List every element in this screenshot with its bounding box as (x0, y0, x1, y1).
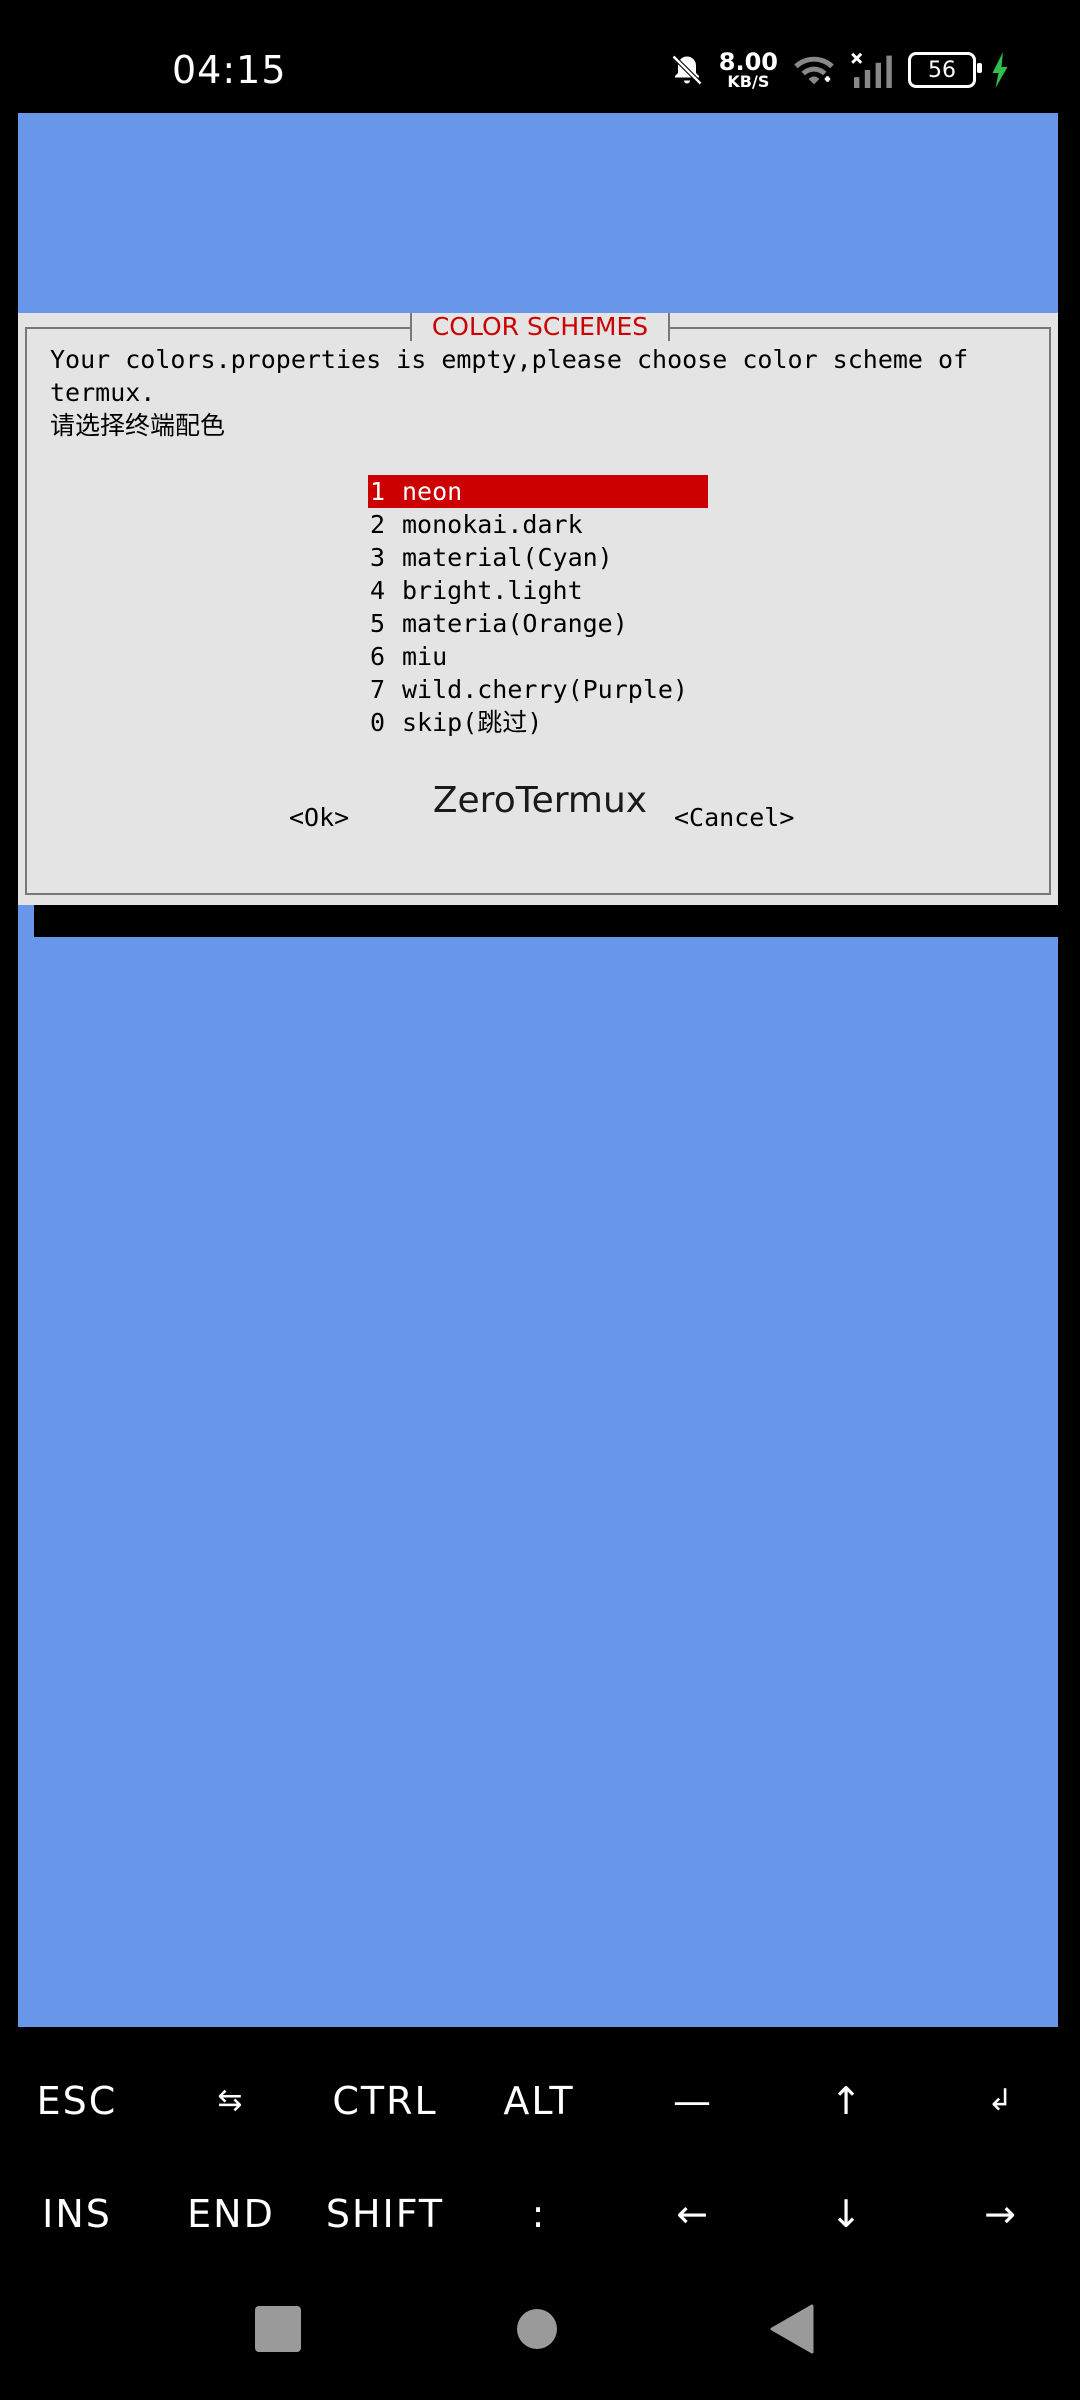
status-icons: 8.00 KB/S 56 (669, 46, 1010, 94)
terminal-separator (34, 905, 1074, 937)
menu-item-label: neon (402, 477, 463, 506)
menu-item-miu[interactable]: 6 miu (368, 640, 708, 673)
terminal-view[interactable]: COLOR SCHEMES Your colors.properties is … (18, 113, 1074, 2027)
battery-level: 56 (928, 57, 956, 83)
ins-key[interactable]: INS (0, 2184, 154, 2244)
clock: 04:15 (172, 48, 287, 92)
menu-item-label: monokai.dark (402, 510, 583, 539)
message-line-2: termux. (50, 378, 156, 407)
square-icon (255, 2306, 301, 2352)
signal-icon (851, 52, 892, 88)
menu-item-label: miu (402, 642, 448, 671)
menu-item-number: 4 (370, 576, 386, 605)
circle-icon (517, 2309, 557, 2349)
battery-icon: 56 (908, 52, 982, 88)
menu-item-number: 5 (370, 609, 386, 638)
wifi-icon (794, 56, 834, 85)
net-speed: 8.00 KB/S (719, 50, 778, 90)
arrow-right-key[interactable]: → (924, 2184, 1078, 2244)
status-bar: 04:15 8.00 KB/S 56 (0, 0, 1080, 113)
arrow-down-key[interactable]: ↓ (770, 2184, 924, 2244)
menu-item-wild-cherry[interactable]: 7 wild.cherry(Purple) (368, 673, 708, 706)
alt-key[interactable]: ALT (462, 2071, 616, 2131)
extra-keys-row-1: ESC ⇆ CTRL ALT — ↑ ↲ (0, 2071, 1080, 2131)
back-triangle-icon (770, 2304, 814, 2354)
tab-key[interactable]: ⇆ (154, 2071, 308, 2131)
menu-item-label: bright.light (402, 576, 583, 605)
recents-button[interactable] (248, 2299, 308, 2359)
enter-key[interactable]: ↲ (924, 2071, 1078, 2131)
colon-key[interactable]: : (462, 2184, 616, 2244)
dialog-title: COLOR SCHEMES (410, 313, 670, 341)
menu-item-label: material(Cyan) (402, 543, 613, 572)
scheme-menu: 1 neon 2 monokai.dark 3 material(Cyan) 4… (368, 475, 708, 739)
shift-key[interactable]: SHIFT (308, 2184, 462, 2244)
net-speed-unit: KB/S (727, 72, 770, 91)
dialog-message: Your colors.properties is empty,please c… (50, 343, 1038, 442)
arrow-left-key[interactable]: ← (616, 2184, 770, 2244)
ctrl-key[interactable]: CTRL (308, 2071, 462, 2131)
charging-icon (992, 52, 1008, 88)
navigation-bar (0, 2255, 1080, 2400)
menu-item-bright-light[interactable]: 4 bright.light (368, 574, 708, 607)
menu-item-number: 1 (370, 477, 386, 506)
menu-item-label: skip(跳过) (402, 708, 543, 737)
menu-item-neon[interactable]: 1 neon (368, 475, 708, 508)
extra-keys-row-2: INS END SHIFT : ← ↓ → (0, 2184, 1080, 2244)
menu-item-number: 7 (370, 675, 386, 704)
menu-item-number: 6 (370, 642, 386, 671)
home-button[interactable] (507, 2299, 567, 2359)
dash-key[interactable]: — (616, 2071, 770, 2131)
net-speed-value: 8.00 (718, 48, 778, 76)
esc-key[interactable]: ESC (0, 2071, 154, 2131)
menu-item-label: wild.cherry(Purple) (402, 675, 688, 704)
menu-item-number: 0 (370, 708, 386, 737)
extra-keys-bar: ESC ⇆ CTRL ALT — ↑ ↲ INS END SHIFT : ← ↓… (0, 2027, 1080, 2255)
back-button[interactable] (762, 2299, 822, 2359)
menu-item-label: materia(Orange) (402, 609, 628, 638)
message-line-1: Your colors.properties is empty,please c… (50, 345, 969, 374)
menu-item-number: 3 (370, 543, 386, 572)
end-key[interactable]: END (154, 2184, 308, 2244)
bell-mute-icon (671, 54, 702, 86)
message-line-3: 请选择终端配色 (50, 411, 226, 440)
menu-item-number: 2 (370, 510, 386, 539)
menu-item-material-cyan[interactable]: 3 material(Cyan) (368, 541, 708, 574)
arrow-up-key[interactable]: ↑ (770, 2071, 924, 2131)
watermark: ZeroTermux (432, 780, 648, 821)
menu-item-skip[interactable]: 0 skip(跳过) (368, 706, 708, 739)
menu-item-monokai-dark[interactable]: 2 monokai.dark (368, 508, 708, 541)
menu-item-materia-orange[interactable]: 5 materia(Orange) (368, 607, 708, 640)
